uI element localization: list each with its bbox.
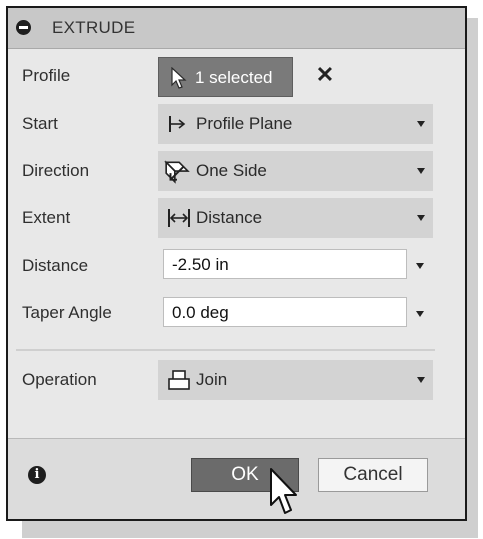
profile-label: Profile: [22, 66, 71, 85]
dialog-titlebar: EXTRUDE: [8, 8, 465, 49]
taper-angle-dropdown-arrow[interactable]: [416, 311, 424, 317]
cancel-button[interactable]: Cancel: [318, 458, 428, 492]
start-value: Profile Plane: [196, 114, 293, 133]
distance-icon: [168, 209, 190, 227]
select-cursor-icon: [171, 67, 187, 89]
distance-dropdown-arrow[interactable]: [416, 263, 424, 269]
extent-dropdown[interactable]: Distance: [158, 198, 433, 238]
dialog-title: EXTRUDE: [52, 18, 136, 37]
chevron-down-icon: [417, 168, 425, 174]
one-side-icon: [164, 160, 190, 184]
extent-label: Extent: [22, 208, 71, 227]
section-divider: [16, 349, 435, 351]
taper-angle-label: Taper Angle: [22, 303, 112, 322]
direction-value: One Side: [196, 161, 267, 180]
distance-label: Distance: [22, 256, 89, 275]
extrude-dialog: EXTRUDE Profile 1 selected ✕ Start Profi…: [6, 6, 467, 521]
taper-angle-input[interactable]: 0.0 deg: [163, 297, 407, 327]
direction-dropdown[interactable]: One Side: [158, 151, 433, 191]
info-icon[interactable]: i: [28, 466, 46, 484]
operation-value: Join: [196, 370, 228, 389]
close-icon[interactable]: ✕: [314, 63, 336, 87]
start-dropdown[interactable]: Profile Plane: [158, 104, 433, 144]
profile-plane-icon: [169, 116, 186, 132]
direction-label: Direction: [22, 161, 90, 180]
chevron-down-icon: [417, 215, 425, 221]
mouse-cursor-icon: [270, 468, 297, 514]
chevron-down-icon: [417, 377, 425, 383]
chevron-down-icon: [417, 121, 425, 127]
taper-angle-value: 0.0 deg: [172, 303, 229, 322]
distance-value: -2.50 in: [172, 255, 229, 274]
extent-value: Distance: [196, 208, 263, 227]
collapse-icon[interactable]: [16, 20, 31, 35]
operation-label: Operation: [22, 370, 97, 389]
operation-dropdown[interactable]: Join: [158, 360, 433, 400]
start-label: Start: [22, 114, 58, 133]
profile-select-button[interactable]: 1 selected: [158, 57, 293, 97]
join-icon: [168, 370, 190, 390]
dialog-footer: i OK Cancel: [8, 438, 465, 519]
distance-input[interactable]: -2.50 in: [163, 249, 407, 279]
profile-selection-count: 1 selected: [195, 68, 273, 87]
